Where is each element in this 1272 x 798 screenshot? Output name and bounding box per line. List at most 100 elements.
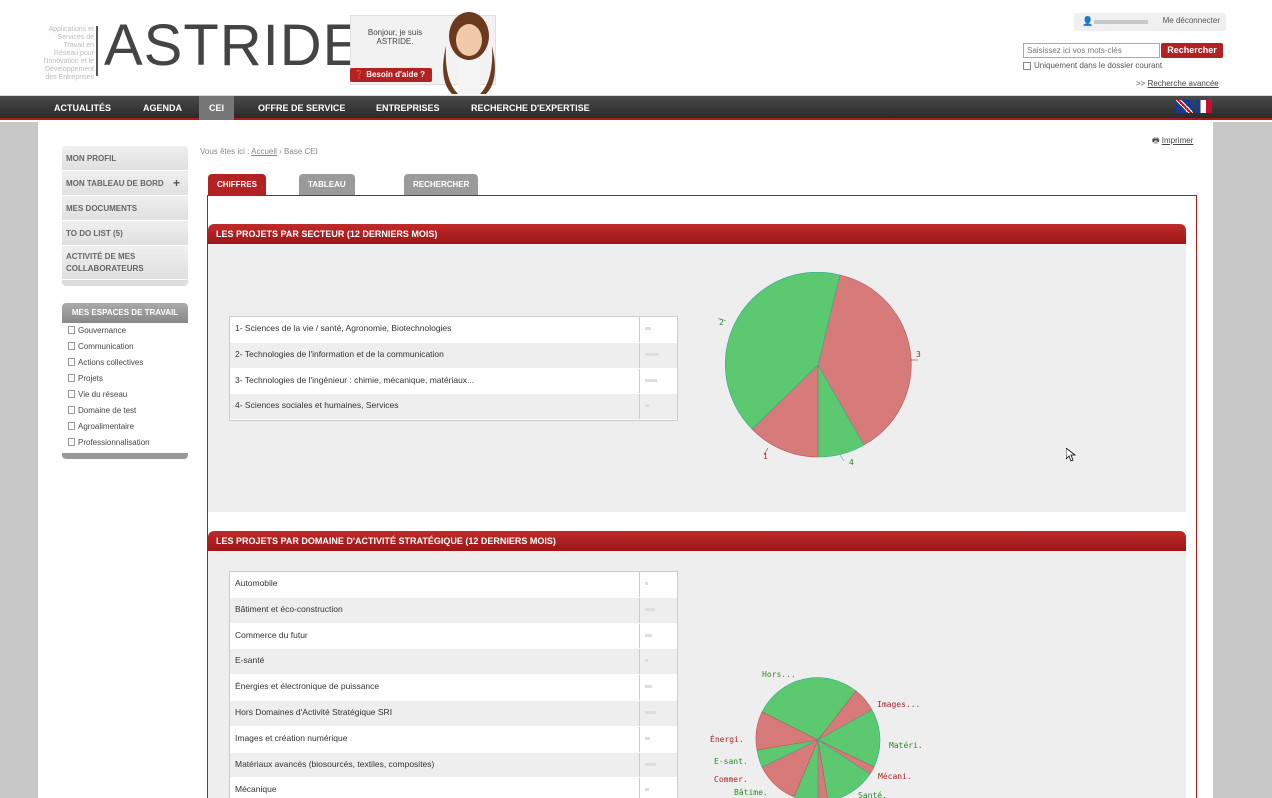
workspace-item[interactable]: Domaine de test: [62, 403, 188, 419]
table-row: Bâtiment et éco-construction: [230, 597, 677, 624]
row-value-bar: [639, 726, 677, 752]
user-icon: 👤: [1082, 16, 1094, 26]
workspace-item[interactable]: Gouvernance: [62, 323, 188, 339]
menu-item-label: ACTIVITÉ DE MES COLLABORATEURS: [66, 252, 144, 273]
english-flag-icon[interactable]: [1176, 100, 1193, 113]
table-row: 3- Technologies de l'ingénieur : chimie,…: [230, 368, 677, 395]
menu-item-mon-profil[interactable]: MON PROFIL: [62, 146, 188, 171]
menu-item-label: MON TABLEAU DE BORD: [66, 179, 164, 188]
table-row: Énergies et électronique de puissance: [230, 675, 677, 701]
sector-table: 1- Sciences de la vie / santé, Agronomie…: [229, 316, 678, 422]
menu-item-label: MES DOCUMENTS: [66, 204, 138, 213]
search-input[interactable]: [1023, 43, 1160, 58]
row-label: Énergies et électronique de puissance: [235, 681, 380, 692]
search-scope-option[interactable]: Uniquement dans le dossier courant: [1023, 61, 1162, 70]
workspaces-panel: MES ESPACES DE TRAVAIL Gouvernance Commu…: [62, 303, 188, 459]
workspace-label: Domaine de test: [78, 406, 137, 415]
row-value-bar: [639, 342, 677, 368]
french-flag-icon[interactable]: [1195, 100, 1212, 113]
breadcrumb-home-link[interactable]: Accueil: [251, 147, 277, 156]
domain-table: Automobile Bâtiment et éco-construction …: [229, 571, 678, 798]
workspace-item[interactable]: Actions collectives: [62, 355, 188, 371]
workspace-item[interactable]: Professionnalisation: [62, 435, 188, 451]
page-margin-right: [1213, 122, 1272, 798]
logout-link[interactable]: Me déconnecter: [1163, 16, 1220, 25]
row-label: E-santé: [235, 655, 265, 666]
folder-tree-icon: [68, 326, 75, 334]
expand-plus-icon[interactable]: +: [173, 176, 180, 190]
table-row: 4- Sciences sociales et humaines, Servic…: [230, 394, 677, 421]
print-label: Imprimer: [1161, 136, 1194, 145]
current-folder-checkbox[interactable]: [1023, 61, 1031, 70]
nav-item-recherche-expertise[interactable]: RECHERCHE D'EXPERTISE: [461, 96, 600, 120]
tab-tableau-de-bord[interactable]: TABLEAU DE BORD: [299, 174, 355, 210]
pie-label-commerce: Commer.: [714, 775, 748, 784]
user-bar: 👤 Me déconnecter: [1074, 13, 1226, 31]
folder-tree-icon: [68, 374, 75, 382]
pie-label-energies: Énergi.: [710, 733, 744, 744]
pie-label-hors: Hors...: [762, 670, 796, 679]
advanced-search-link[interactable]: Recherche avancée: [1148, 79, 1219, 88]
print-link[interactable]: 🖶 Imprimer: [1152, 135, 1193, 149]
table-row: E-santé: [230, 649, 677, 676]
printer-icon: 🖶: [1152, 136, 1160, 145]
workspace-item[interactable]: Projets: [62, 371, 188, 387]
workspace-label: Projets: [78, 374, 103, 383]
workspace-label: Professionnalisation: [78, 438, 150, 447]
menu-item-todo-list[interactable]: TO DO LIST (5): [62, 221, 188, 246]
domain-pie-chart: Hors... Images... Matéri. Mécani. Santé.…: [710, 670, 923, 798]
nav-item-cei[interactable]: CEI: [199, 96, 235, 120]
language-switcher: [1176, 100, 1212, 113]
nav-item-entreprises[interactable]: ENTREPRISES: [366, 96, 450, 120]
workspace-item[interactable]: Vie du réseau: [62, 387, 188, 403]
mouse-cursor-icon: [1066, 448, 1076, 462]
pie-label-materiaux: Matéri.: [889, 740, 923, 750]
help-greeting: Bonjour, je suis ASTRIDE.: [367, 28, 423, 46]
menu-item-tableau-de-bord[interactable]: MON TABLEAU DE BORD +: [62, 171, 188, 196]
row-label: Matériaux avancés (biosourcés, textiles,…: [235, 758, 435, 769]
table-row: Automobile: [230, 572, 677, 598]
workspaces-title: MES ESPACES DE TRAVAIL: [62, 303, 188, 323]
row-value-bar: [639, 649, 677, 675]
folder-tree-icon: [68, 390, 75, 398]
workspace-item[interactable]: Communication: [62, 339, 188, 355]
astride-avatar-icon: [443, 12, 495, 94]
nav-item-agenda[interactable]: AGENDA: [133, 96, 192, 120]
question-icon: ❓: [354, 70, 364, 79]
nav-item-offre-de-service[interactable]: OFFRE DE SERVICE: [248, 96, 355, 120]
row-value-bar: [639, 368, 677, 394]
table-row: 1- Sciences de la vie / santé, Agronomie…: [230, 317, 677, 343]
row-value-bar: [639, 572, 677, 597]
menu-item-mes-documents[interactable]: MES DOCUMENTS: [62, 196, 188, 221]
help-button[interactable]: ❓ Besoin d'aide ?: [350, 68, 432, 82]
row-label: Mécanique: [235, 784, 277, 795]
sector-pie-chart: 2 3 1 4: [717, 272, 921, 467]
workspace-label: Vie du réseau: [78, 390, 128, 399]
tab-chiffres-cles[interactable]: CHIFFRES CLÉS: [208, 174, 266, 210]
breadcrumb-current: Base CEI: [284, 147, 318, 156]
menu-footer: [62, 280, 188, 286]
workspace-label: Communication: [78, 342, 134, 351]
table-row: Hors Domaines d'Activité Stratégique SRI: [230, 700, 677, 727]
advanced-search: >> Recherche avancée: [1136, 79, 1219, 88]
folder-tree-icon: [68, 406, 75, 414]
workspace-item[interactable]: Agroalimentaire: [62, 419, 188, 435]
page-margin-left: [0, 122, 38, 798]
pie-label-2: 2: [719, 318, 724, 327]
menu-item-activite-collaborateurs[interactable]: ACTIVITÉ DE MES COLLABORATEURS: [62, 246, 188, 280]
pie-label-batiment: Bâtime.: [734, 788, 768, 797]
row-label: 1- Sciences de la vie / santé, Agronomie…: [235, 323, 452, 333]
tab-rechercher-projet[interactable]: RECHERCHER / AJOUTER UN PROJET CEI: [404, 174, 479, 231]
row-value-bar: [639, 623, 677, 649]
brand-logo[interactable]: ASTRIDE': [104, 12, 377, 79]
nav-item-actualites[interactable]: ACTUALITÉS: [44, 96, 121, 120]
row-value-bar: [639, 778, 677, 798]
row-label: Commerce du futur: [235, 629, 308, 640]
pie-label-4: 4: [849, 458, 854, 467]
search-button[interactable]: Rechercher: [1161, 43, 1223, 58]
row-label: Automobile: [235, 578, 278, 588]
table-row: Images et création numérique: [230, 726, 677, 753]
table-row: Matériaux avancés (biosourcés, textiles,…: [230, 752, 677, 779]
breadcrumb-prefix: Vous êtes ici :: [200, 147, 252, 156]
user-name-redacted: [1094, 20, 1148, 24]
